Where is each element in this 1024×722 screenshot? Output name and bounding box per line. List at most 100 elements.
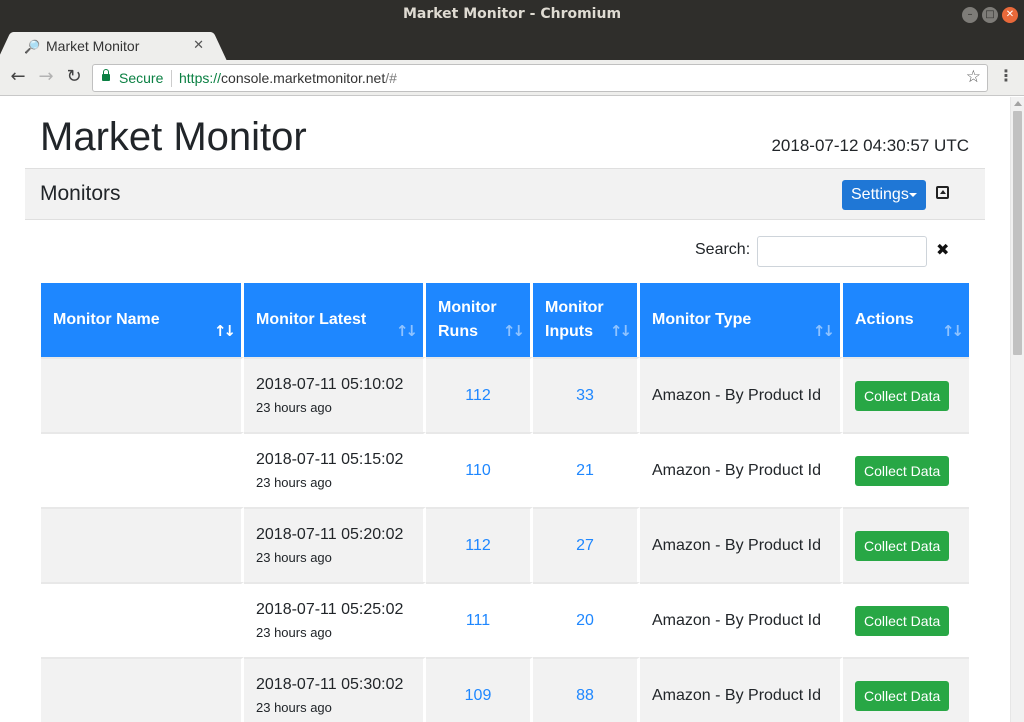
maximize-icon[interactable]: □ [982,7,998,23]
browser-toolbar: ← → ↻ Secure https://console.marketmonit… [0,60,1024,96]
monitor-type-cell: Amazon - By Product Id [640,582,843,657]
inputs-link[interactable]: 21 [545,462,625,480]
tab-strip: 🔎 Market Monitor ✕ [0,30,1024,83]
header-label: Runs [438,323,478,340]
monitor-latest-cell: 2018-07-11 05:25:02 23 hours ago [244,582,426,657]
browser-tab[interactable]: 🔎 Market Monitor ✕ [12,32,212,60]
search-favicon-icon: 🔎 [24,39,41,54]
latest-date: 2018-07-11 05:20:02 [256,526,404,543]
omnibox-divider [171,70,172,87]
monitor-inputs-cell: 20 [533,582,640,657]
sort-icon: ↑↓ [395,322,418,340]
inputs-link[interactable]: 27 [545,537,625,555]
latest-relative-time: 23 hours ago [256,625,332,640]
runs-link[interactable]: 112 [438,387,518,405]
search-input[interactable] [757,236,927,267]
sort-icon: ↑↓ [609,322,632,340]
forward-arrow-icon[interactable]: → [35,66,57,88]
browser-menu-icon[interactable]: ⋮ [998,66,1014,86]
actions-cell: Collect Data [843,507,969,582]
inputs-link[interactable]: 33 [545,387,625,405]
url-text[interactable]: https://console.marketmonitor.net/# [179,70,397,86]
back-arrow-icon[interactable]: ← [7,66,29,88]
latest-date: 2018-07-11 05:25:02 [256,601,404,618]
monitor-inputs-cell: 27 [533,507,640,582]
url-hash: /# [385,70,397,86]
monitor-runs-cell: 111 [426,582,533,657]
latest-relative-time: 23 hours ago [256,400,332,415]
page-scrollbar[interactable] [1010,97,1024,722]
monitor-name-cell [41,507,244,582]
close-window-icon[interactable]: ✕ [1002,7,1018,23]
column-header-monitor-inputs[interactable]: Monitor Inputs ↑↓ [533,283,640,357]
table-row: 2018-07-11 05:15:02 23 hours ago 110 21 A… [41,432,969,507]
monitor-latest-cell: 2018-07-11 05:30:02 23 hours ago [244,657,426,722]
table-row: 2018-07-11 05:20:02 23 hours ago 112 27 A… [41,507,969,582]
actions-cell: Collect Data [843,432,969,507]
monitor-name-cell [41,657,244,722]
collect-data-button[interactable]: Collect Data [855,530,950,561]
column-header-monitor-name[interactable]: Monitor Name ↑↓ [41,283,244,357]
monitor-runs-cell: 110 [426,432,533,507]
reload-icon[interactable]: ↻ [63,66,85,88]
header-label: Monitor [545,299,604,316]
column-header-monitor-latest[interactable]: Monitor Latest ↑↓ [244,283,426,357]
monitor-latest-cell: 2018-07-11 05:20:02 23 hours ago [244,507,426,582]
column-header-actions[interactable]: Actions ↑↓ [843,283,969,357]
collect-data-button[interactable]: Collect Data [855,380,950,411]
tab-close-icon[interactable]: ✕ [193,37,204,53]
header-label: Inputs [545,323,593,340]
address-bar[interactable]: Secure https://console.marketmonitor.net… [92,64,988,92]
runs-link[interactable]: 112 [438,537,518,555]
caret-down-icon [909,193,917,197]
column-header-monitor-runs[interactable]: Monitor Runs ↑↓ [426,283,533,357]
tab-title: Market Monitor [46,38,140,54]
header-label: Monitor Type [652,311,752,328]
collect-data-button[interactable]: Collect Data [855,680,950,711]
monitor-inputs-cell: 88 [533,657,640,722]
inputs-link[interactable]: 20 [545,612,625,630]
collapse-toggle-icon[interactable] [936,186,949,199]
monitors-table: Monitor Name ↑↓ Monitor Latest ↑↓ Monitor R… [41,283,969,722]
monitor-name-cell [41,432,244,507]
clear-search-icon[interactable]: ✖ [936,240,949,259]
latest-relative-time: 23 hours ago [256,475,332,490]
window-title: Market Monitor - Chromium [402,6,622,22]
runs-link[interactable]: 109 [438,687,518,705]
lock-icon [102,69,110,81]
settings-dropdown-button[interactable]: Settings [842,180,926,210]
inputs-link[interactable]: 88 [545,687,625,705]
header-label: Monitor Latest [256,311,367,328]
latest-date: 2018-07-11 05:30:02 [256,676,404,693]
collect-data-button[interactable]: Collect Data [855,455,950,486]
column-header-monitor-type[interactable]: Monitor Type ↑↓ [640,283,843,357]
card-title: Monitors [40,182,121,205]
latest-relative-time: 23 hours ago [256,700,332,715]
runs-link[interactable]: 111 [438,612,518,630]
monitor-name-cell [41,582,244,657]
sort-icon: ↑↓ [812,322,835,340]
monitor-runs-cell: 112 [426,507,533,582]
monitor-type-cell: Amazon - By Product Id [640,507,843,582]
header-label: Monitor Name [53,311,160,328]
sort-icon: ↑↓ [941,322,964,340]
url-scheme: https:// [179,70,222,86]
secure-label: Secure [119,70,164,86]
scrollbar-thumb[interactable] [1013,111,1022,355]
monitor-inputs-cell: 21 [533,432,640,507]
monitor-latest-cell: 2018-07-11 05:15:02 23 hours ago [244,432,426,507]
minimize-icon[interactable]: – [962,7,978,23]
table-row: 2018-07-11 05:30:02 23 hours ago 109 88 A… [41,657,969,722]
monitor-latest-cell: 2018-07-11 05:10:02 23 hours ago [244,357,426,432]
runs-link[interactable]: 110 [438,462,518,480]
bookmark-star-icon[interactable]: ☆ [966,67,981,87]
header-label: Monitor [438,299,497,316]
current-timestamp: 2018-07-12 04:30:57 UTC [771,136,969,155]
latest-relative-time: 23 hours ago [256,550,332,565]
url-host: console.marketmonitor.net [221,70,386,86]
scroll-up-arrow-icon[interactable] [1014,101,1022,106]
actions-cell: Collect Data [843,357,969,432]
collect-data-button[interactable]: Collect Data [855,605,950,636]
window-titlebar: Market Monitor - Chromium – □ ✕ [0,0,1024,30]
header-label: Actions [855,311,914,328]
